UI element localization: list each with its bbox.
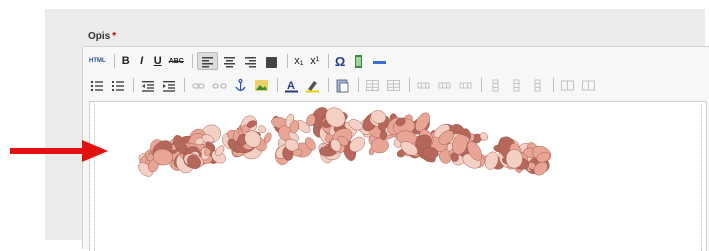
toolbar-separator [328,78,329,92]
svg-text:A: A [287,80,295,92]
image-button[interactable] [252,76,271,94]
strikethrough-button[interactable]: ABC [167,52,186,70]
media-button[interactable] [349,52,368,70]
col-before-button[interactable] [486,76,505,94]
italic-button[interactable]: I [135,52,149,70]
toolbar-row-1: HTML B I U ABC x₁ x¹ Ω [87,51,391,71]
unlink-icon [212,82,227,89]
ol-icon [112,80,124,91]
subscript-button[interactable]: x₁ [292,52,306,70]
field-label-text: Opis [88,31,111,42]
split-cells-button[interactable] [579,76,598,94]
toolbar-separator [409,78,410,92]
indent-icon [163,80,175,92]
align-justify-icon [265,56,277,68]
toolbar-separator [277,78,278,92]
merge-cells-button[interactable] [558,76,577,94]
table-icon [387,79,400,91]
bullet-list-button[interactable] [87,76,106,94]
highlight-color-button[interactable] [303,76,322,94]
editor-guide-left [94,104,95,251]
toolbar-separator [358,78,359,92]
numbered-list-button[interactable] [108,76,127,94]
hr-icon [373,60,387,64]
text-color-button[interactable]: A [282,76,301,94]
html-source-icon-label: HTML [89,58,106,64]
link-button[interactable] [189,76,208,94]
stones-image [138,107,552,177]
outdent-icon [142,80,154,92]
toolbar-separator [191,54,193,68]
stone [505,149,523,169]
col-icon [513,79,520,91]
rich-text-editor: HTML B I U ABC x₁ x¹ Ω A [82,46,709,251]
unlink-button[interactable] [210,76,229,94]
underline-button[interactable]: U [151,52,165,70]
toolbar-separator [481,78,482,92]
delete-row-button[interactable] [456,76,475,94]
align-right-icon [244,56,256,67]
toolbar-row-2: A [87,75,600,95]
link-icon [192,82,205,89]
superscript-button[interactable]: x¹ [308,52,322,70]
table-props-button[interactable] [384,76,403,94]
toolbar-separator [286,54,288,68]
html-source-icon[interactable]: HTML [87,52,108,70]
red-arrow [10,140,108,162]
align-left-icon [201,56,213,67]
bold-button[interactable]: B [119,52,133,70]
outdent-button[interactable] [138,76,157,94]
align-right-button[interactable] [241,52,260,70]
align-center-button[interactable] [220,52,239,70]
row-after-button[interactable] [435,76,454,94]
ul-icon [90,80,103,91]
red-arrow-icon [10,140,108,162]
cells-icon [561,80,574,90]
delete-col-button[interactable] [528,76,547,94]
strikethrough-button-label: ABC [168,57,184,65]
row-icon [417,82,430,88]
table-button[interactable] [363,76,382,94]
editor-guide-right [701,104,702,251]
image-icon [255,79,268,91]
toolbar-separator [113,54,115,68]
form-panel: Opis * HTML B I U ABC x₁ x¹ Ω A [45,9,709,251]
bold-button-label: B [121,55,130,67]
toolbar-separator [327,54,329,68]
align-justify-button[interactable] [262,52,281,70]
indent-button[interactable] [159,76,178,94]
editor-content[interactable] [89,101,707,251]
film-icon [355,54,363,68]
paste-icon [336,79,349,92]
subscript-button-label: x₁ [294,55,304,67]
required-mark: * [112,31,117,42]
special-char-button-label: Ω [334,53,346,69]
anchor-button[interactable] [231,76,250,94]
paste-word-button[interactable] [333,76,352,94]
row-icon [438,82,451,88]
col-icon [534,79,541,91]
text-color-icon: A [285,80,298,92]
row-before-button[interactable] [414,76,433,94]
horizontal-rule-button[interactable] [370,52,389,70]
underline-button-label: U [153,55,162,67]
italic-button-label: I [140,55,144,67]
align-left-button[interactable] [196,52,218,70]
table-icon [366,79,379,91]
toolbar-separator [553,78,554,92]
col-after-button[interactable] [507,76,526,94]
toolbar-separator [133,78,134,92]
superscript-button-label: x¹ [310,55,320,67]
toolbar-separator [184,78,185,92]
align-center-icon [223,56,235,67]
row-icon [459,82,472,88]
special-char-button[interactable]: Ω [333,52,347,70]
highlight-icon [306,80,319,92]
col-icon [492,79,499,91]
anchor-icon [235,78,246,91]
field-label: Opis * [88,31,116,42]
cells-icon [582,80,595,90]
